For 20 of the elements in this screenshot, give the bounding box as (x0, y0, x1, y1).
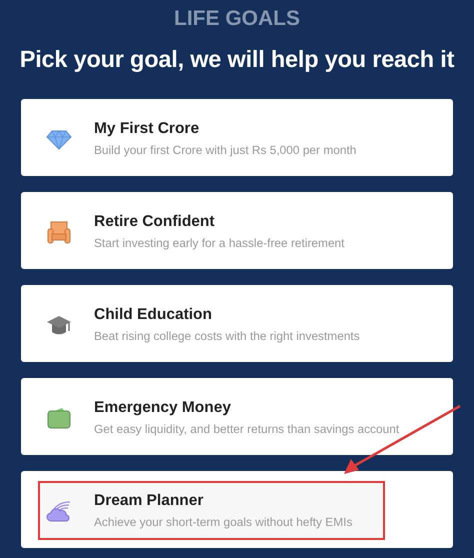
goal-title: Dream Planner (94, 492, 204, 510)
goal-card[interactable]: Retire Confident Start investing early for a hassle-free retirement (21, 192, 453, 269)
goal-card[interactable]: My First Crore Build your first Crore with just Rs 5,000 per month (21, 99, 453, 176)
goal-description: Build your first Crore with just Rs 5,000 per month (94, 143, 356, 158)
goal-description: Get easy liquidity, and better returns than savings account (94, 422, 400, 436)
armchair-icon (46, 220, 72, 244)
page-heading: Pick your goal, we will help you reach it (20, 48, 454, 72)
goal-card[interactable]: Dream Planner Achieve your short-term goals without hefty EMIs (21, 471, 453, 548)
goal-card[interactable]: Child Education Beat rising college costs with the right investments (21, 285, 453, 362)
goal-card[interactable]: Emergency Money Get easy liquidity, and better returns than savings account (21, 378, 453, 455)
goal-description: Achieve your short-term goals without hefty EMIs (94, 515, 352, 530)
goal-description: Beat rising college costs with the right investments (94, 329, 360, 344)
cloud-icon (46, 498, 72, 522)
goal-description: Start investing early for a hassle-free retirement (94, 236, 344, 250)
goal-title: My First Crore (94, 120, 200, 138)
goal-title: Child Education (94, 306, 213, 324)
goal-title: Retire Confident (94, 212, 216, 232)
wallet-icon (46, 406, 72, 430)
goal-title: Emergency Money (94, 398, 232, 418)
section-eyebrow: LIFE GOALS (174, 6, 300, 29)
